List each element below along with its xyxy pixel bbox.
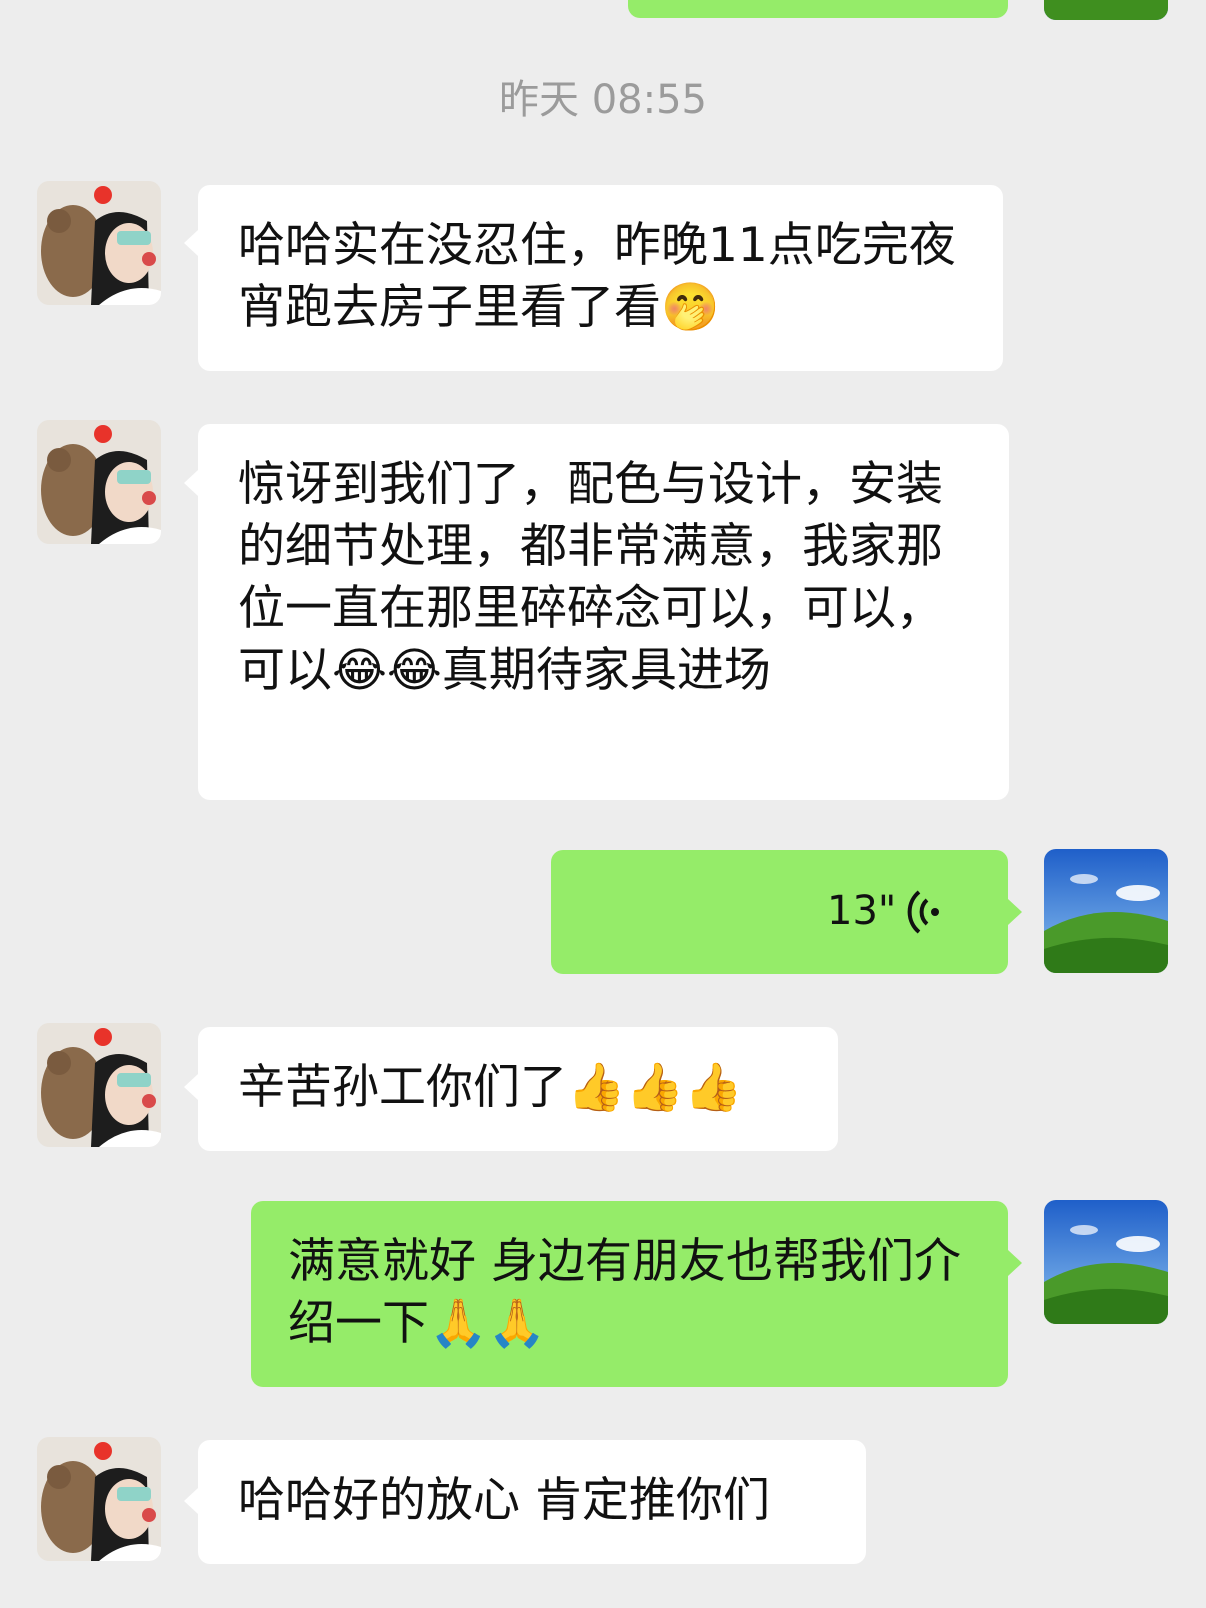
- message-text: 哈哈好的放心 肯定推你们: [238, 1473, 770, 1528]
- message-bubble[interactable]: 哈哈实在没忍住，昨晚11点吃完夜宵跑去房子里看了看🤭: [198, 185, 1003, 371]
- bubble-tail: [1008, 899, 1022, 925]
- bliss-landscape-icon: [1044, 1200, 1168, 1324]
- message-bubble[interactable]: 哈哈好的放心 肯定推你们: [198, 1440, 866, 1564]
- self-avatar[interactable]: [1044, 0, 1168, 20]
- bubble-tail: [184, 230, 198, 256]
- contact-avatar[interactable]: [37, 420, 161, 544]
- girl-with-teddy-bear-icon: [37, 1437, 161, 1561]
- self-avatar[interactable]: [1044, 1200, 1168, 1324]
- message-text: 惊讶到我们了，配色与设计，安装的细节处理，都非常满意，我家那位一直在那里碎碎念可…: [238, 457, 943, 698]
- message-bubble[interactable]: 满意就好 身边有朋友也帮我们介绍一下🙏🙏: [251, 1201, 1008, 1387]
- message-text: 辛苦孙工你们了👍👍👍: [238, 1060, 743, 1115]
- voice-message-bubble[interactable]: 13": [551, 850, 1008, 974]
- message-bubble[interactable]: 辛苦孙工你们了👍👍👍: [198, 1027, 838, 1151]
- bubble-tail: [184, 1488, 198, 1514]
- voice-wave-icon: [907, 890, 939, 934]
- girl-with-teddy-bear-icon: [37, 181, 161, 305]
- contact-avatar[interactable]: [37, 1437, 161, 1561]
- contact-avatar[interactable]: [37, 181, 161, 305]
- message-text: 哈哈实在没忍住，昨晚11点吃完夜宵跑去房子里看了看🤭: [238, 218, 956, 335]
- bliss-landscape-icon: [1044, 849, 1168, 973]
- girl-with-teddy-bear-icon: [37, 420, 161, 544]
- message-text: 满意就好 身边有朋友也帮我们介绍一下🙏🙏: [288, 1234, 961, 1351]
- previous-outgoing-bubble[interactable]: [628, 0, 1008, 18]
- bubble-tail: [184, 470, 198, 496]
- message-bubble[interactable]: 惊讶到我们了，配色与设计，安装的细节处理，都非常满意，我家那位一直在那里碎碎念可…: [198, 424, 1009, 800]
- girl-with-teddy-bear-icon: [37, 1023, 161, 1147]
- self-avatar[interactable]: [1044, 849, 1168, 973]
- voice-duration: 13": [827, 888, 897, 934]
- bliss-landscape-icon: [1044, 0, 1168, 20]
- bubble-tail: [1008, 1250, 1022, 1276]
- timestamp: 昨天 08:55: [499, 77, 707, 123]
- contact-avatar[interactable]: [37, 1023, 161, 1147]
- bubble-tail: [184, 1074, 198, 1100]
